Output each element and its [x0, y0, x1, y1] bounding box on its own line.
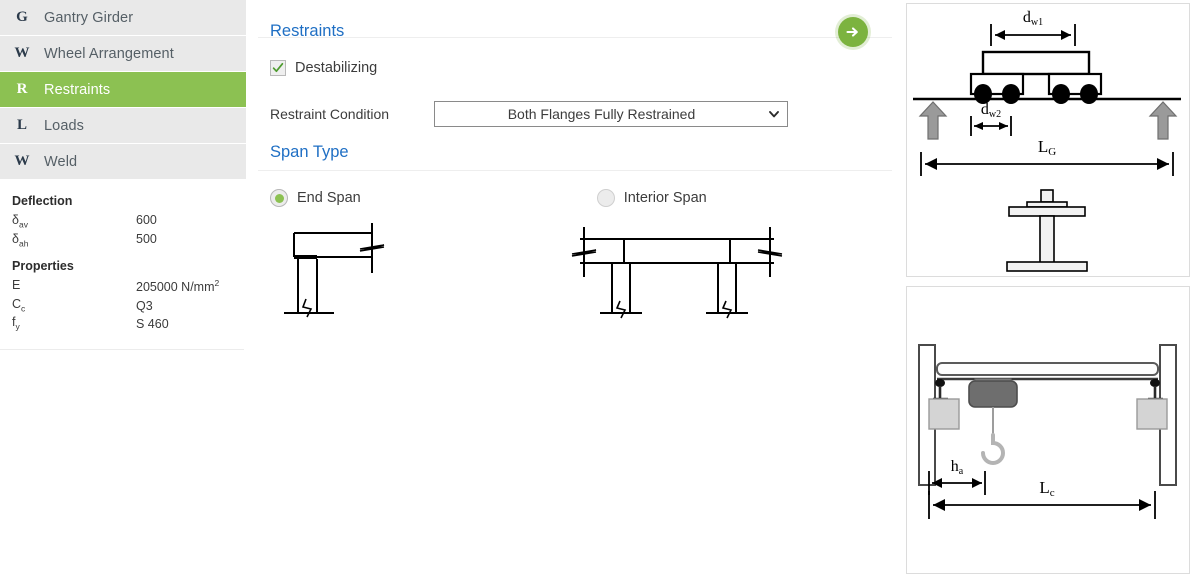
- destabilizing-row: Destabilizing: [258, 60, 906, 76]
- panel-header: Restraints: [258, 0, 892, 47]
- gantry-girder-letter-icon: G: [16, 9, 28, 25]
- span-type-diagrams: [258, 221, 906, 331]
- overhead-crane-span-figure: ha Lc: [906, 286, 1190, 574]
- wheel-arrangement-letter-icon: W: [14, 45, 30, 61]
- sidebar-summary: Deflection δav 600 δah 500 Properties E …: [0, 180, 244, 350]
- deflection-key: δah: [12, 231, 29, 249]
- check-icon: [272, 62, 284, 73]
- properties-heading: Properties: [12, 259, 74, 273]
- end-span-diagram-icon: [284, 223, 385, 318]
- deflection-row-ah: δah 500: [0, 231, 244, 250]
- chevron-down-icon: [769, 111, 779, 118]
- sidebar-item-label: Weld: [44, 153, 78, 170]
- lg-label: LG: [1038, 137, 1056, 158]
- restraint-condition-select[interactable]: Both Flanges Fully Restrained: [434, 101, 788, 127]
- property-key: E: [12, 278, 21, 292]
- page-title: Restraints: [270, 22, 345, 40]
- sidebar-item-wheel-arrangement[interactable]: W Wheel Arrangement: [0, 36, 246, 72]
- radio-option-interior-span[interactable]: Interior Span: [596, 189, 707, 207]
- interior-span-diagram-icon: [571, 227, 783, 319]
- deflection-key: δav: [12, 213, 28, 230]
- restraints-letter-icon: R: [16, 81, 28, 97]
- properties-row-cc: Cc Q3: [0, 296, 244, 315]
- property-value: Q3: [136, 298, 153, 313]
- gantry-girder-wheel-load-figure: dw1 dw2 LG: [906, 3, 1190, 277]
- restraint-condition-value: Both Flanges Fully Restrained: [507, 106, 696, 122]
- property-key: fy: [12, 315, 20, 332]
- properties-row-fy: fy S 460: [0, 314, 244, 333]
- interior-span-radio[interactable]: [596, 189, 615, 207]
- sidebar-nav: G Gantry Girder W Wheel Arrangement R Re…: [0, 0, 246, 180]
- deflection-heading: Deflection: [12, 194, 73, 208]
- radio-label: Interior Span: [623, 190, 707, 206]
- reference-figures: dw1 dw2 LG ha Lc: [906, 0, 1196, 579]
- sidebar-item-restraints[interactable]: R Restraints: [0, 72, 246, 108]
- property-value: 205000 N/mm2: [136, 278, 220, 295]
- sidebar-item-weld[interactable]: W Weld: [0, 144, 246, 180]
- ha-label: ha: [951, 458, 964, 477]
- sidebar: G Gantry Girder W Wheel Arrangement R Re…: [0, 0, 246, 579]
- lc-label: Lc: [1039, 478, 1054, 499]
- main-content: Restraints Destabilizing Restraint Condi…: [246, 0, 906, 579]
- sidebar-item-label: Gantry Girder: [44, 9, 134, 26]
- sidebar-item-label: Restraints: [44, 81, 111, 98]
- end-span-radio[interactable]: [270, 189, 288, 207]
- sidebar-item-label: Loads: [44, 117, 85, 134]
- deflection-value: 600: [136, 213, 157, 227]
- destabilizing-label: Destabilizing: [295, 60, 378, 76]
- restraint-condition-label: Restraint Condition: [270, 106, 390, 122]
- weld-letter-icon: W: [14, 153, 30, 169]
- properties-row-e: E 205000 N/mm2: [0, 277, 244, 296]
- sidebar-item-label: Wheel Arrangement: [44, 45, 174, 62]
- destabilizing-checkbox[interactable]: [270, 60, 286, 76]
- radio-option-end-span[interactable]: End Span: [270, 189, 361, 207]
- application-window: G Gantry Girder W Wheel Arrangement R Re…: [0, 0, 1196, 579]
- sidebar-item-gantry-girder[interactable]: G Gantry Girder: [0, 0, 246, 36]
- dw2-label: dw2: [981, 101, 1001, 120]
- loads-letter-icon: L: [16, 117, 27, 133]
- span-type-heading: Span Type: [270, 143, 349, 161]
- restraint-condition-row: Restraint Condition Both Flanges Fully R…: [258, 101, 906, 127]
- arrow-right-circle-icon[interactable]: [838, 16, 868, 47]
- deflection-value: 500: [136, 231, 157, 246]
- span-type-options: End Span Interior Span: [258, 171, 906, 207]
- radio-label: End Span: [297, 190, 361, 206]
- property-key: Cc: [12, 296, 26, 314]
- sidebar-item-loads[interactable]: L Loads: [0, 108, 246, 144]
- deflection-row-av: δav 600: [0, 212, 244, 231]
- property-value: S 460: [136, 317, 169, 332]
- dw1-label: dw1: [1023, 9, 1043, 28]
